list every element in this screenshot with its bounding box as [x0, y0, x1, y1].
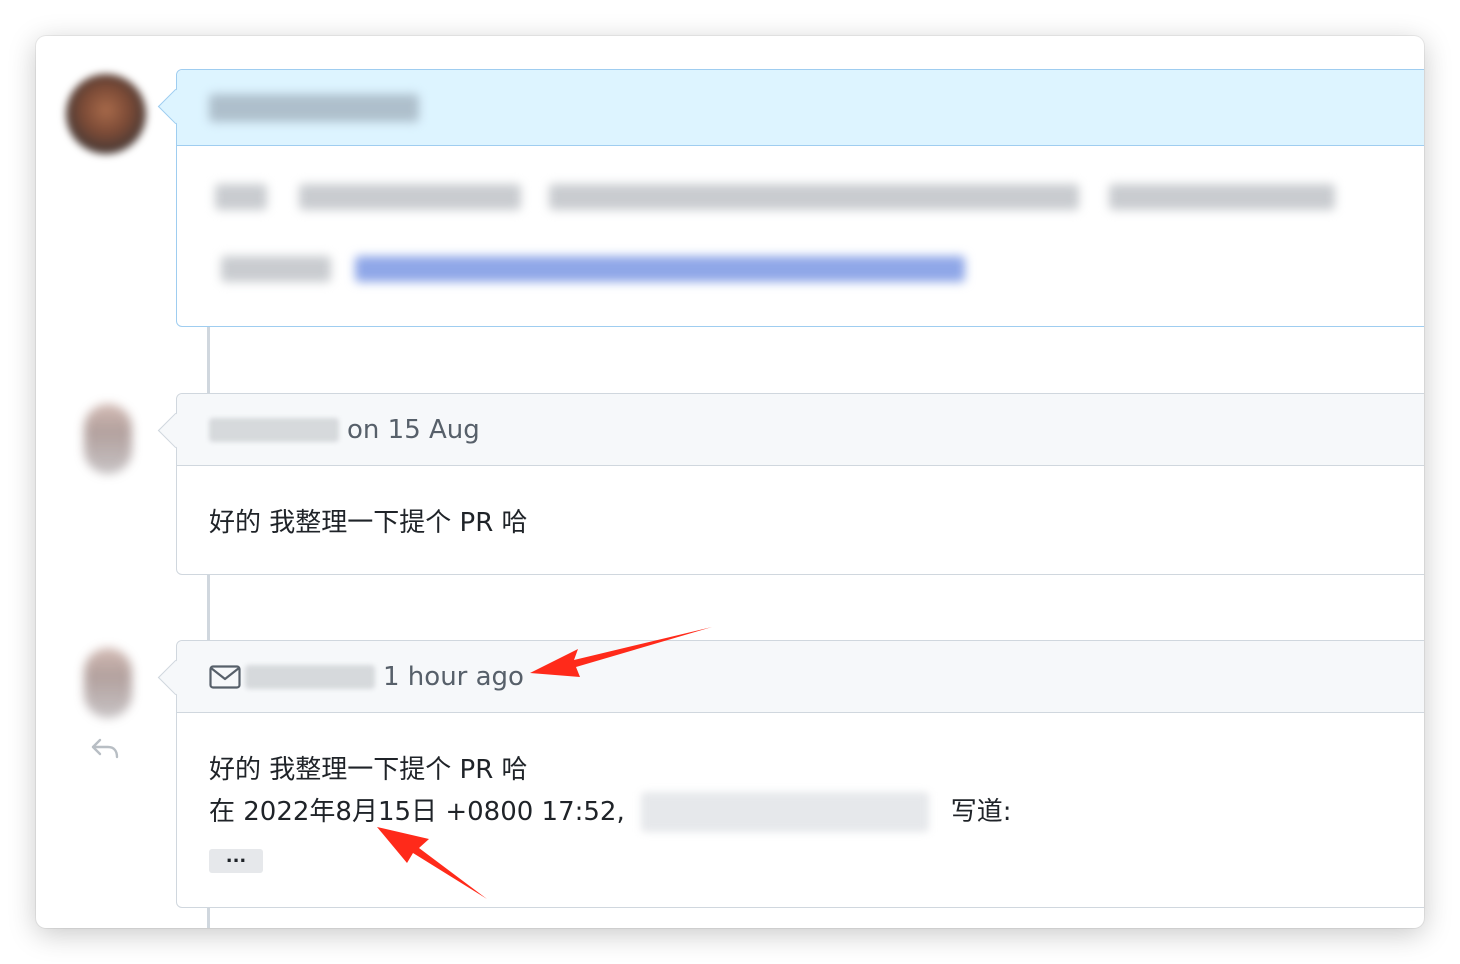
quoted-date: 在 2022年8月15日 +0800 17:52, — [209, 797, 625, 827]
comment-text: 好的 我整理一下提个 PR 哈 — [209, 755, 528, 785]
avatar[interactable] — [84, 648, 132, 718]
quoted-reply-header: 在 2022年8月15日 +0800 17:52, 写道: — [209, 791, 1415, 833]
redacted-author[interactable] — [245, 664, 375, 689]
card-body: 好的 我整理一下提个 PR 哈 — [177, 466, 1424, 539]
email-comment-card: 1 hour ago 好的 我整理一下提个 PR 哈 在 2022年8月15日 … — [157, 640, 1424, 908]
redacted-text — [215, 184, 267, 210]
redacted-author[interactable] — [209, 417, 339, 442]
card-header: on 15 Aug — [177, 394, 1424, 466]
avatar[interactable] — [84, 404, 132, 474]
comment-timestamp[interactable]: on 15 Aug — [347, 415, 480, 445]
avatar[interactable] — [66, 74, 146, 154]
comment-card: on 15 Aug 好的 我整理一下提个 PR 哈 — [157, 393, 1424, 575]
reply-icon[interactable] — [88, 734, 122, 764]
comment-text: 好的 我整理一下提个 PR 哈 — [209, 508, 528, 538]
redacted-email — [640, 792, 929, 832]
card-header — [177, 70, 1424, 146]
issue-description-card — [157, 69, 1424, 327]
expand-quote-button[interactable]: ... — [209, 848, 263, 873]
redacted-text — [1109, 184, 1335, 210]
mail-icon — [209, 664, 241, 689]
redacted-text — [549, 184, 1079, 210]
redacted-text — [221, 256, 331, 282]
card-body — [177, 146, 1424, 326]
redacted-author — [209, 93, 419, 122]
comment-timestamp[interactable]: 1 hour ago — [383, 662, 524, 692]
card-header: 1 hour ago — [177, 641, 1424, 713]
wrote-label: 写道: — [950, 797, 1012, 827]
card-body: 好的 我整理一下提个 PR 哈 在 2022年8月15日 +0800 17:52… — [177, 713, 1424, 875]
redacted-link[interactable] — [355, 256, 965, 282]
redacted-text — [299, 184, 521, 210]
email-thread-window: on 15 Aug 好的 我整理一下提个 PR 哈 1 hour ago 好的 … — [36, 36, 1424, 928]
